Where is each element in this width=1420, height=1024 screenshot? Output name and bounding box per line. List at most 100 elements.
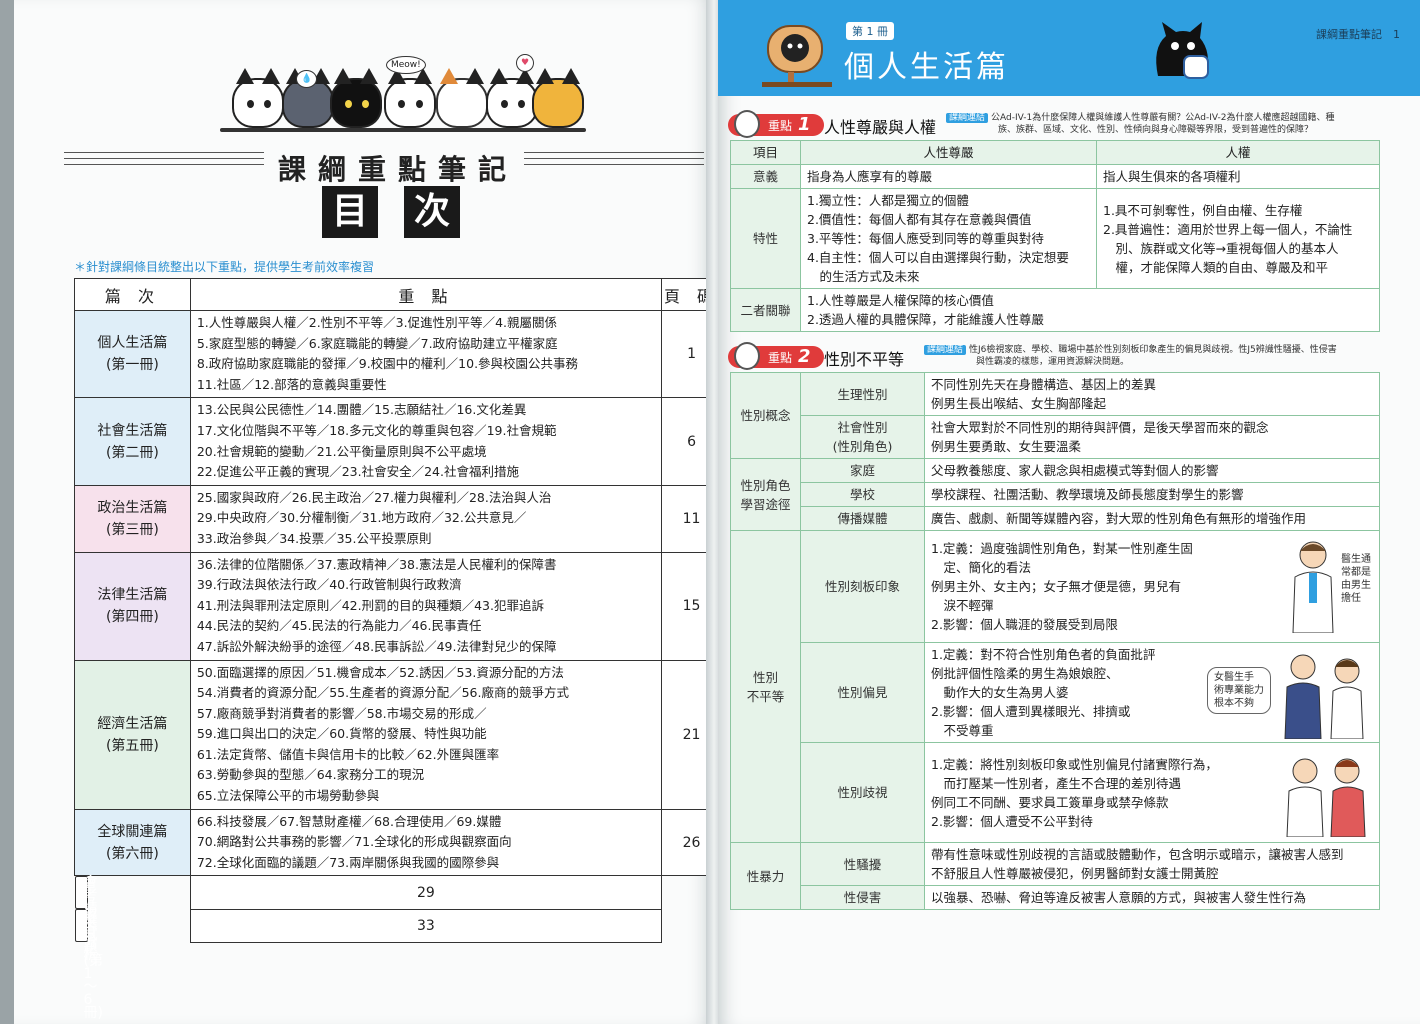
heart-icon: ♥ [516,54,535,72]
point-line: 36.法律的位階關係／37.憲政精神／38.憲法是人民權利的保障書 [196,556,557,572]
bio-sex-text: 不同性別先天在身體構造、基因上的差異 例男生長出喉結、女生胸部隆起 [924,372,1380,416]
point-line: 1.人性尊嚴與人權／2.性別不平等／3.促進性別平等／4.親屬關係 [196,315,558,330]
row-label: 性別角色 學習途徑 [730,458,801,531]
point-line: 33.政治參與／34.投票／35.公平投票原則 [196,530,432,546]
assault-text: 以強暴、恐嚇、脅迫等違反被害人意願的方式，與被害人發生性行為 [924,885,1380,910]
contents-heading-char: 次 [404,186,460,238]
point-line: 5.家庭型態的轉變／6.家庭職能的轉變／7.政府協助建立平權家庭 [196,335,558,351]
calico-cat-icon [436,68,488,128]
left-page: Meow! 💧 ♥ 課綱重點筆記 目 次 ＊針對課綱條目統整出以下重點，提供學生… [14,0,722,1024]
point-line: 22.促進公平正義的實現／23.社會安全／24.社會福利措施 [196,464,519,480]
path-text: 學校課程、社團活動、教學環境及師長態度對學生的影響 [924,482,1380,507]
contents-table: 篇 次 重 點 頁 碼 個人生活篇 (第一冊) 1.人性尊嚴與人權／2.性別不平等／… [74,278,722,1020]
header-points: 重 點 [189,278,663,311]
point-line: 25.國家與政府／26.民主政治／27.權力與權利／28.法治與人治 [196,489,552,505]
cat-face-icon [734,110,760,138]
sub-label: 性侵害 [800,885,925,910]
section-points: 25.國家與政府／26.民主政治／27.權力與權利／28.法治與人治 29.中央政… [189,484,663,553]
row-label: 性暴力 [730,842,801,910]
point-2-table: 性別概念 生理性別 不同性別先天在身體構造、基因上的差異 例男生長出喉結、女生胸部… [730,372,1380,910]
header-section: 篇 次 [74,278,191,311]
table-header: 篇 次 重 點 頁 碼 [74,278,722,311]
sub-label: 性別偏見 [800,642,925,743]
dignity-features: 1.獨立性：人都是獨立的個體 2.價值性：每個人都有其存在意義與價值 3.平等性：每… [800,188,1097,289]
point-line: 11.社區／12.部落的意義與重要性 [196,376,387,392]
section-points: 36.法律的位階關係／37.憲政精神／38.憲法是人民權利的保障書 39.行政法與… [189,551,663,661]
point-line: 66.科技發展／67.智慧財產權／68.合理使用／69.媒體 [196,813,502,829]
path-text: 廣告、戲劇、新聞等媒體內容，對大眾的性別角色有無形的增強作用 [924,506,1380,531]
toc-row: 解答分析 33 [74,908,722,962]
cats-illustration: Meow! 💧 ♥ [220,52,586,136]
point-line: 20.社會規範的變動／21.公平衡量原則與不公平處境 [196,443,487,459]
section-points: 66.科技發展／67.智慧財產權／68.合理使用／69.媒體 70.網路對公共事務… [189,808,663,877]
section-name: 經濟生活篇 (第五冊) [74,659,191,810]
section-name: 社會生活篇 (第二冊) [74,397,191,486]
curriculum-link: 課綱連結 性J6檢視家庭、學校、職場中基於性別刻板印象產生的偏見與歧視。性J5辨識… [924,344,1404,368]
doctor-illustration [1292,541,1334,633]
point-line: 47.訴訟外解決紛爭的途徑／48.民事訴訟／49.法律對兒少的保障 [196,638,557,654]
white-cat-icon [232,68,284,128]
dignity-meaning: 指身為人應享有的尊嚴 [800,164,1097,189]
tabby-cat-icon [532,68,584,128]
toc-row: 政治生活篇 (第三冊) 25.國家與政府／26.民主政治／27.權力與權利／28.法… [74,484,722,553]
point-line: 70.網路對公共事務的影響／71.全球化的形成與觀察面向 [196,834,512,850]
col-header: 人權 [1096,140,1380,165]
point-2-header: 重點 2 性別不平等 課綱連結 性J6檢視家庭、學校、職場中基於性別刻板印象產生的偏… [728,342,1408,370]
point-line: 50.面臨選擇的原因／51.機會成本／52.誘因／53.資源分配的方法 [196,664,564,680]
point-line: 65.立法保障公平的市場勞動參與 [196,788,380,804]
sub-label: 家庭 [800,458,925,483]
point-line: 63.勞動參與的型態／64.家務分工的現況 [196,767,425,783]
relation-text: 1.人性尊嚴是人權保障的核心價值 2.透過人權的具體保障，才能維護人性尊嚴 [800,288,1380,332]
col-header: 項目 [730,140,801,165]
title-rule [64,152,264,153]
point-1-table: 項目 人性尊嚴 人權 意義 指身為人應享有的尊嚴 指人與生俱來的各項權利 特性 … [730,140,1380,332]
cat-face-icon [734,342,760,370]
toc-row: 個人生活篇 (第一冊) 1.人性尊嚴與人權／2.性別不平等／3.促進性別平等／4.親… [74,309,722,399]
doctor-caption: 醫生通 常都是 由男生 擔任 [1341,554,1371,604]
point-title: 人性尊嚴與人權 [824,118,937,137]
rights-features: 1.具不可剝奪性，例自由權、生存權 2.具普遍性：適用於世界上每一個人，不論性 別… [1096,188,1380,289]
title-rule [64,158,264,159]
path-text: 父母教養態度、家人觀念與相處模式等對個人的影響 [924,458,1380,483]
meow-bubble: Meow! [386,56,426,74]
section-points: 1.人性尊嚴與人權／2.性別不平等／3.促進性別平等／4.親屬關係 5.家庭型態的… [189,309,663,399]
contents-heading-char: 目 [322,186,378,238]
cat-tower-icon [762,25,832,87]
point-line: 39.行政法與依法行政／40.行政管制與行政救濟 [196,577,462,593]
chapter-title: 個人生活篇 [844,50,1009,85]
row-label: 意義 [730,164,801,189]
section-name: 個人生活篇 (第一冊) [74,309,191,399]
harassment-text: 帶有性意味或性別歧視的言語或肢體動作，包含明示或暗示，讓被害人感到 不舒服且人性尊… [924,842,1380,886]
point-line: 61.法定貨幣、儲值卡與信用卡的比較／62.外匯與匯率 [196,746,500,762]
section-name: 法律生活篇 (第四冊) [74,551,191,661]
point-line: 54.消費者的資源分配／55.生產者的資源分配／56.廠商的競爭方式 [196,685,569,701]
section-points: 13.公民與公民德性／14.團體／15.志願結社／16.文化差異 17.文化位階與… [189,397,663,486]
page-number: 29 [189,875,663,910]
point-line: 44.民法的契約／45.民法的行為能力／46.民事責任 [196,618,482,634]
toc-row: 會考精選試題(第1～6冊) 29 [74,875,722,1020]
section-points: 50.面臨選擇的原因／51.機會成本／52.誘因／53.資源分配的方法 54.消費… [189,659,663,810]
stereotype-text: 1.定義：過度強調性別角色，對某一性別產生固 定、簡化的看法 例男主外、女主內；女… [924,530,1380,643]
white-cat-icon [384,68,436,128]
point-1-header: 重點 1 人性尊嚴與人權 課綱連結 公Ad-IV-1為什麼保障人權與維護人性尊嚴有關… [728,110,1408,138]
sub-label: 性別歧視 [800,742,925,843]
shelf-line [220,128,586,132]
point-line: 57.廠商競爭對消費者的影響／58.市場交易的形成／ [196,705,487,721]
point-line: 72.全球化面臨的議題／73.兩岸關係與我國的國際參與 [196,854,500,870]
title-rule [64,164,264,165]
sub-label: 傳播媒體 [800,506,925,531]
row-label: 特性 [730,188,801,289]
rights-meaning: 指人與生俱來的各項權利 [1096,164,1380,189]
white-cat-icon [486,68,538,128]
extra-label: 會考精選試題(第1～6冊) [74,876,103,1020]
sub-label: 社會性別 (性別角色) [800,415,925,459]
point-line: 59.進口與出口的決定／60.貨幣的發展、特性與功能 [196,726,487,742]
volume-label: 第 1 冊 [846,22,894,40]
row-label: 二者關聯 [730,288,801,332]
sub-label: 學校 [800,482,925,507]
drop-icon: 💧 [296,70,318,88]
black-cat-icon [330,68,382,128]
point-line: 8.政府協助家庭職能的發揮／9.校園中的權利／10.參與校園公共事務 [196,356,579,372]
row-label: 性別 不平等 [730,530,801,843]
sub-label: 生理性別 [800,372,925,416]
